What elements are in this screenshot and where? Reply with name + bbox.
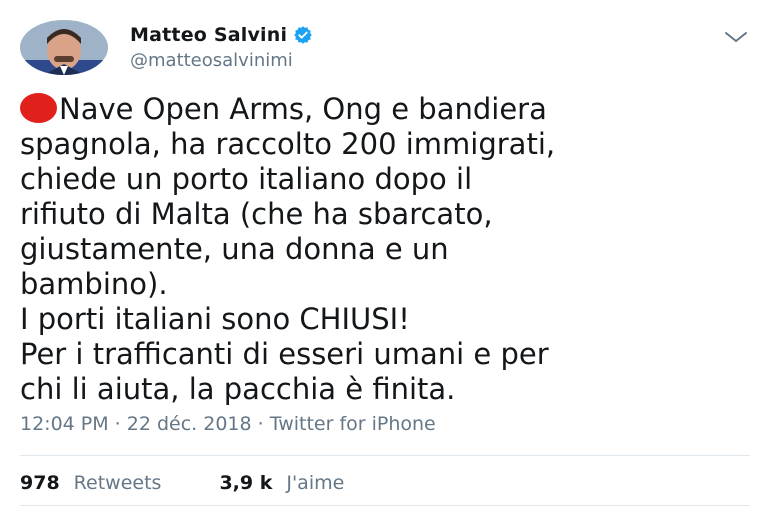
author-row: Matteo Salvini: [130, 24, 313, 46]
red-circle-emoji-icon: [20, 93, 57, 123]
divider: [20, 455, 750, 456]
tweet-timestamp[interactable]: 12:04 PM · 22 déc. 2018 · Twitter for iP…: [20, 413, 436, 435]
retweets-label[interactable]: Retweets: [74, 472, 162, 494]
avatar[interactable]: [20, 20, 108, 75]
tweet-body: Nave Open Arms, Ong e bandiera spagnola,…: [20, 92, 760, 407]
chevron-down-icon[interactable]: [724, 30, 748, 44]
profile-photo: [20, 20, 108, 75]
handle[interactable]: @matteosalvinimi: [130, 50, 293, 71]
retweets-count[interactable]: 978: [20, 472, 60, 494]
likes-label[interactable]: J'aime: [286, 472, 344, 494]
tweet-card: Matteo Salvini @matteosalvinimi Nave Ope…: [0, 0, 770, 515]
engagement-stats: 978 Retweets 3,9 k J'aime: [20, 472, 344, 494]
likes-count[interactable]: 3,9 k: [219, 472, 272, 494]
divider: [20, 505, 750, 506]
display-name[interactable]: Matteo Salvini: [130, 24, 287, 46]
tweet-text: Nave Open Arms, Ong e bandiera spagnola,…: [20, 92, 556, 406]
verified-badge-icon: [294, 26, 313, 44]
